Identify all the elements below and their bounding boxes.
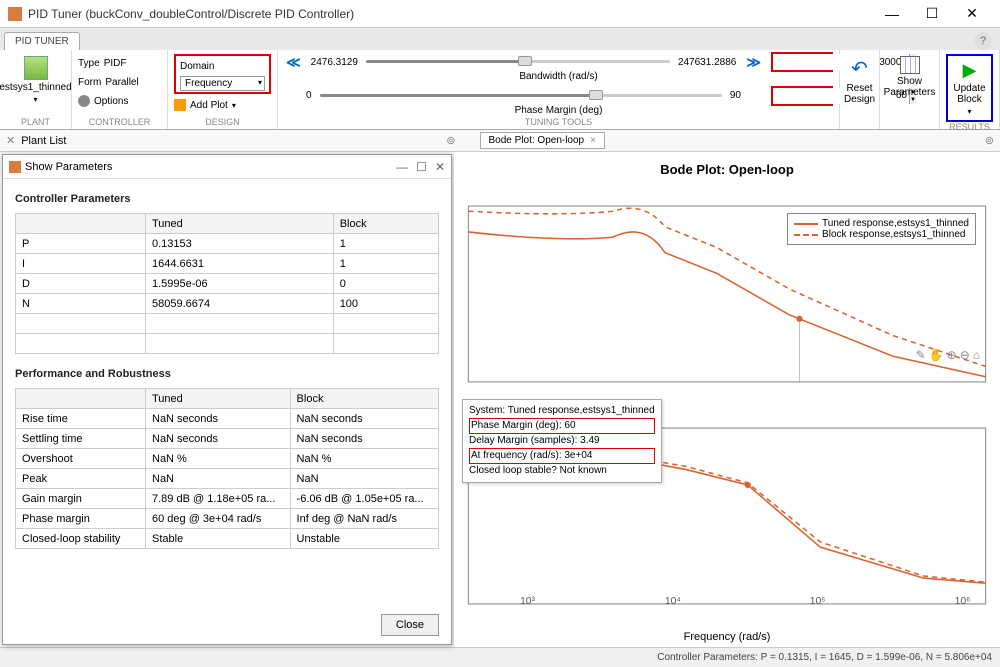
type-row[interactable]: Type PIDF — [78, 54, 161, 72]
block-col: Block — [333, 214, 438, 234]
bode-phase-plot[interactable]: System: Tuned response,estsys1_thinned P… — [458, 405, 996, 627]
window-title: PID Tuner (buckConv_doubleControl/Discre… — [28, 7, 872, 21]
gear-icon — [78, 95, 90, 107]
pan-icon[interactable]: ✋ — [929, 348, 944, 362]
controller-params-table: TunedBlock P0.131531 I1644.66311 D1.5995… — [15, 213, 439, 354]
status-text: Controller Parameters: P = 0.1315, I = 1… — [657, 652, 992, 663]
params-maximize[interactable]: ☐ — [416, 160, 427, 174]
update-label: Update Block — [953, 83, 985, 105]
bandwidth-slider[interactable] — [366, 56, 670, 68]
svg-text:10⁶: 10⁶ — [955, 596, 971, 607]
zoom-out-icon[interactable]: ⊖ — [960, 348, 970, 362]
params-close-button[interactable]: Close — [381, 614, 439, 636]
options-button[interactable]: Options — [78, 92, 161, 110]
form-value: Parallel — [105, 77, 138, 88]
pm-label: Phase Margin (deg) — [515, 105, 603, 116]
pm-min: 0 — [306, 90, 312, 101]
type-value: PIDF — [104, 58, 127, 69]
gear-icon[interactable]: ✕ — [6, 134, 15, 147]
close-button[interactable]: ✕ — [952, 1, 992, 27]
options-label: Options — [94, 96, 128, 107]
controller-params-heading: Controller Parameters — [15, 193, 439, 205]
show-parameters-window: Show Parameters — ☐ ✕ Controller Paramet… — [2, 154, 452, 645]
matlab-icon — [8, 7, 22, 21]
group-controller: CONTROLLER — [78, 117, 161, 127]
tooltip-phase-margin: Phase Margin (deg): 60 — [469, 418, 655, 434]
type-label: Type — [78, 58, 100, 69]
maximize-button[interactable]: ☐ — [912, 1, 952, 27]
pm-max: 90 — [730, 90, 741, 101]
show-label: Show Parameters — [884, 76, 936, 98]
bw-max: 247631.2886 — [678, 57, 736, 68]
help-icon[interactable]: ? — [974, 32, 992, 50]
tooltip-frequency: At frequency (rad/s): 3e+04 — [469, 448, 655, 464]
group-design: DESIGN — [174, 117, 271, 127]
performance-heading: Performance and Robustness — [15, 368, 439, 380]
group-results: RESULTS — [946, 122, 993, 132]
reset-button[interactable]: ↶ Reset Design — [846, 54, 873, 107]
plot-legend: Tuned response,estsys1_thinned Block res… — [787, 213, 976, 245]
bw-label: Bandwidth (rad/s) — [519, 71, 597, 82]
params-minimize[interactable]: — — [396, 160, 408, 174]
undo-icon: ↶ — [851, 56, 868, 81]
performance-table: TunedBlock Rise timeNaN secondsNaN secon… — [15, 388, 439, 549]
matlab-icon — [9, 161, 21, 173]
bw-min: 2476.3129 — [311, 57, 358, 68]
domain-label: Domain — [180, 57, 265, 75]
plot-icon — [174, 99, 186, 111]
bode-tab-label: Bode Plot: Open-loop — [489, 135, 585, 146]
domain-dropdown[interactable]: Frequency — [180, 76, 265, 91]
form-label: Form — [78, 77, 101, 88]
params-title: Show Parameters — [25, 161, 396, 173]
reset-label: Reset Design — [844, 83, 875, 105]
minimize-button[interactable]: — — [872, 1, 912, 27]
legend-block: Block response,estsys1_thinned — [822, 229, 965, 240]
home-icon[interactable]: ⌂ — [973, 348, 980, 362]
show-parameters-button[interactable]: Show Parameters — [886, 54, 933, 100]
tab-pid-tuner[interactable]: PID TUNER — [4, 32, 80, 50]
plot-tooltip: System: Tuned response,estsys1_thinned P… — [462, 399, 662, 483]
legend-tuned: Tuned response,estsys1_thinned — [822, 218, 969, 229]
form-row[interactable]: Form Parallel — [78, 73, 161, 91]
bode-tab[interactable]: Bode Plot: Open-loop × — [480, 132, 605, 149]
tooltip-delay: Delay Margin (samples): 3.49 — [469, 434, 655, 448]
panel-menu-icon[interactable]: ⊚ — [985, 134, 994, 147]
x-axis-label: Frequency (rad/s) — [458, 631, 996, 643]
plant-list-label[interactable]: Plant List — [21, 135, 66, 147]
zoom-in-icon[interactable]: ⊕ — [947, 348, 957, 362]
table-row: P — [16, 234, 146, 254]
table-icon — [900, 56, 920, 74]
plant-button[interactable]: estsys1_thinned ▾ — [6, 54, 65, 106]
plant-icon — [24, 56, 48, 80]
plot-toolbar[interactable]: ✎ ✋ ⊕ ⊖ ⌂ — [916, 348, 980, 362]
play-icon: ▶ — [963, 60, 977, 81]
add-plot-label: Add Plot — [190, 100, 228, 111]
bode-magnitude-plot[interactable]: Tuned response,estsys1_thinned Block res… — [458, 183, 996, 405]
svg-text:10³: 10³ — [520, 596, 535, 607]
phase-margin-slider[interactable] — [320, 90, 722, 102]
svg-text:10⁴: 10⁴ — [665, 596, 681, 607]
group-tuning: TUNING TOOLS — [284, 117, 833, 127]
params-close[interactable]: ✕ — [435, 160, 445, 174]
update-block-button[interactable]: ▶ Update Block ▾ — [952, 58, 987, 118]
plot-title: Bode Plot: Open-loop — [458, 162, 996, 177]
svg-text:10⁵: 10⁵ — [810, 596, 826, 607]
tuned-col: Tuned — [146, 214, 334, 234]
brush-icon[interactable]: ✎ — [916, 348, 926, 362]
plant-name: estsys1_thinned — [0, 82, 72, 93]
tooltip-stable: Closed loop stable? Not known — [469, 464, 655, 478]
add-plot-button[interactable]: Add Plot ▾ — [174, 96, 271, 114]
tooltip-system: System: Tuned response,estsys1_thinned — [469, 404, 655, 418]
tab-close-icon[interactable]: × — [590, 135, 596, 146]
group-plant: PLANT — [6, 117, 65, 127]
